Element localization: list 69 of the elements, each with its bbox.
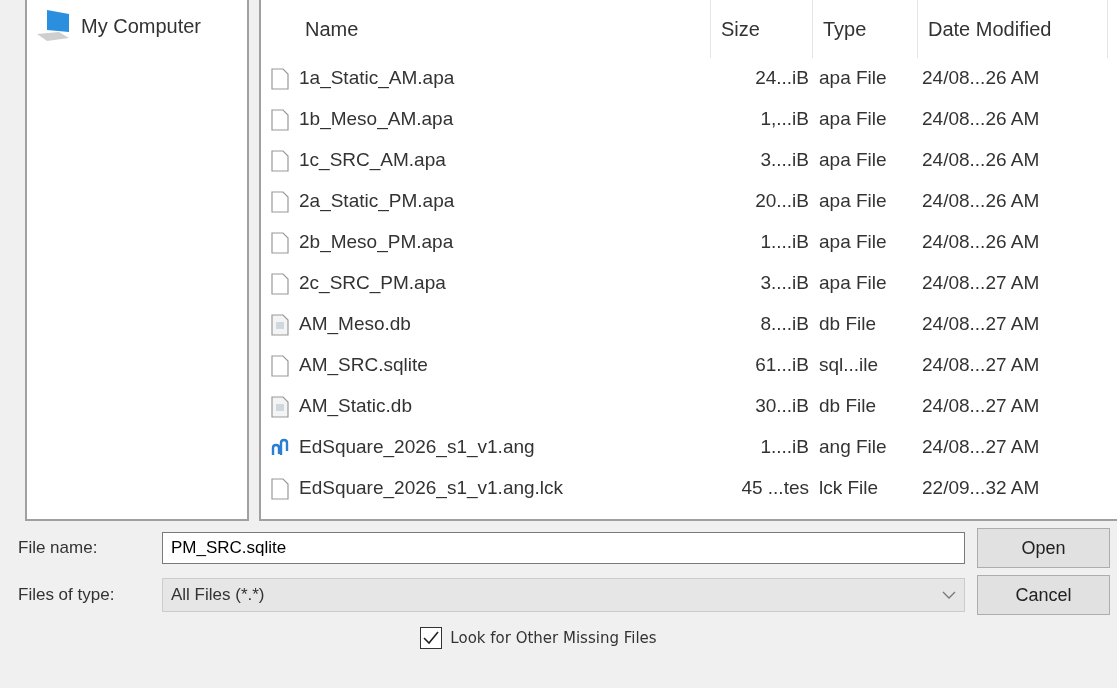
file-type: db File: [818, 394, 878, 419]
file-date: 24/08...27 AM: [921, 271, 1041, 296]
file-name-field[interactable]: PM_SRC.sqlite: [162, 532, 965, 564]
file-date: 24/08...27 AM: [921, 312, 1041, 337]
column-header[interactable]: Type: [813, 0, 918, 58]
file-icon: [271, 67, 289, 90]
file-row[interactable]: 2a_Static_PM.apa: [261, 187, 711, 216]
file-size: 20...iB: [754, 189, 810, 214]
checkmark-icon: [423, 631, 440, 646]
file-size: 1,...iB: [759, 107, 810, 132]
file-type: ang File: [818, 435, 888, 460]
file-icon: [271, 231, 289, 254]
file-type: db File: [818, 312, 878, 337]
file-icon: [271, 108, 289, 131]
file-size: 24...iB: [754, 66, 810, 91]
column-header[interactable]: Date Modified: [918, 0, 1108, 58]
file-date: 22/09...32 AM: [921, 476, 1041, 501]
file-type: apa File: [818, 271, 888, 296]
file-date: 24/08...26 AM: [921, 230, 1041, 255]
file-size: 3....iB: [759, 271, 810, 296]
file-type: apa File: [818, 230, 888, 255]
file-row[interactable]: EdSquare_2026_s1_v1.ang.lck: [261, 474, 711, 503]
file-date: 24/08...27 AM: [921, 394, 1041, 419]
file-size: 30...iB: [754, 394, 810, 419]
file-date: 24/08...26 AM: [921, 189, 1041, 214]
file-icon: [271, 354, 289, 377]
file-row[interactable]: AM_Static.db: [261, 392, 711, 421]
file-row[interactable]: 1a_Static_AM.apa: [261, 64, 711, 93]
file-size: 3....iB: [759, 148, 810, 173]
checkbox-label: Look for Other Missing Files: [450, 628, 657, 649]
file-type: apa File: [818, 107, 888, 132]
file-date: 24/08...27 AM: [921, 353, 1041, 378]
file-icon: [271, 477, 289, 500]
file-type: apa File: [818, 148, 888, 173]
cancel-button[interactable]: Cancel: [977, 575, 1110, 615]
file-icon: [271, 149, 289, 172]
file-size: 61...iB: [754, 353, 810, 378]
chevron-down-icon: [942, 591, 956, 599]
column-header[interactable]: Name: [261, 0, 711, 58]
file-date: 24/08...26 AM: [921, 107, 1041, 132]
open-button[interactable]: Open: [977, 528, 1110, 568]
file-size: 45 ...tes: [740, 476, 810, 501]
checkbox[interactable]: [420, 627, 443, 650]
file-row[interactable]: 2b_Meso_PM.apa: [261, 228, 711, 257]
sidebar-item[interactable]: My Computer: [33, 8, 241, 44]
file-date: 24/08...27 AM: [921, 435, 1041, 460]
field-label: File name:: [18, 537, 99, 560]
file-row[interactable]: EdSquare_2026_s1_v1.ang: [261, 433, 711, 462]
file-row[interactable]: 1c_SRC_AM.apa: [261, 146, 711, 175]
file-row[interactable]: 1b_Meso_AM.apa: [261, 105, 711, 134]
file-size: 1....iB: [759, 230, 810, 255]
column-header[interactable]: Size: [711, 0, 813, 58]
file-date: 24/08...26 AM: [921, 66, 1041, 91]
file-type: apa File: [818, 66, 888, 91]
file-row[interactable]: AM_Meso.db: [261, 310, 711, 339]
file-type: apa File: [818, 189, 888, 214]
file-date: 24/08...26 AM: [921, 148, 1041, 173]
file-size: 1....iB: [759, 435, 810, 460]
file-icon: [271, 272, 289, 295]
file-row[interactable]: AM_SRC.sqlite: [261, 351, 711, 380]
file-type-dropdown[interactable]: All Files (*.*): [162, 578, 965, 612]
document-icon: [271, 313, 289, 336]
file-type: sql...ile: [818, 353, 880, 378]
file-icon: [271, 190, 289, 213]
document-icon: [271, 395, 289, 418]
file-type: lck File: [818, 476, 880, 501]
file-row[interactable]: 2c_SRC_PM.apa: [261, 269, 711, 298]
file-size: 8....iB: [759, 312, 810, 337]
field-label: Files of type:: [18, 584, 116, 607]
